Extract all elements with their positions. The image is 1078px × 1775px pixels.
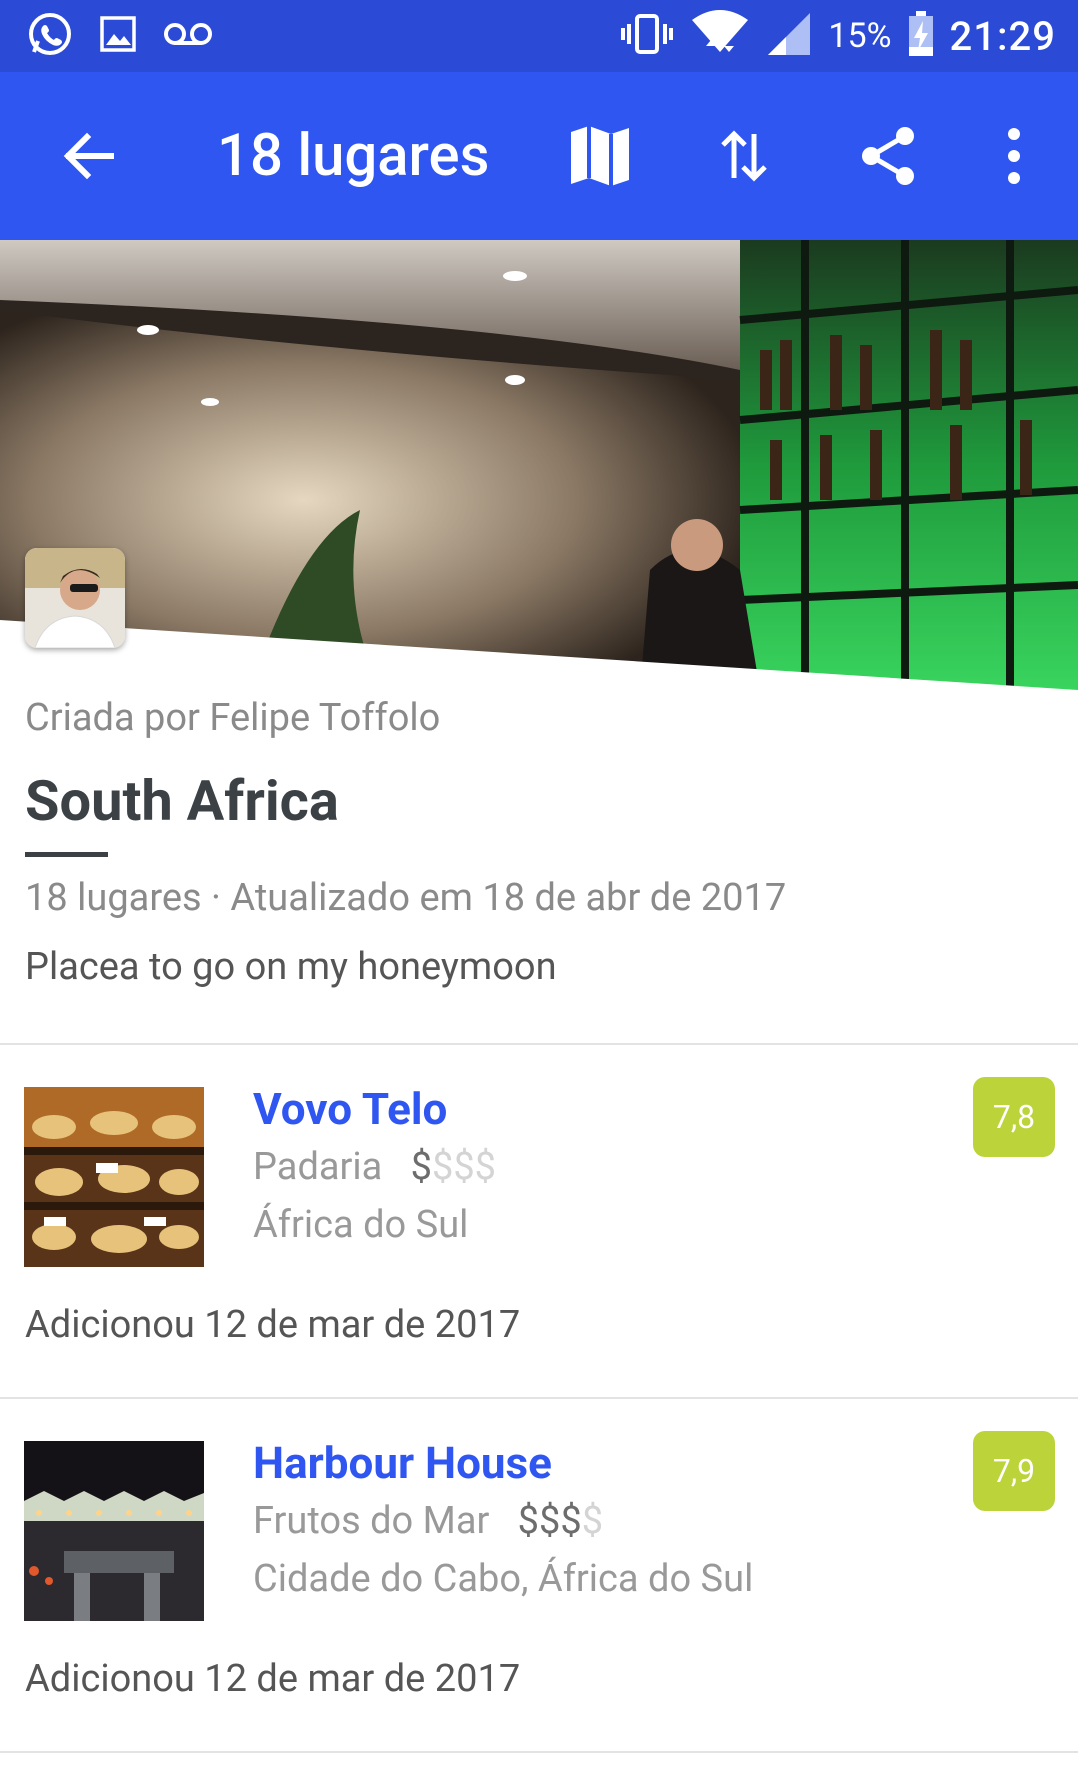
added-date: Adicionou 12 de mar de 2017 xyxy=(25,1657,521,1701)
vibrate-icon xyxy=(620,10,674,62)
wifi-icon xyxy=(690,8,750,64)
price-level-remaining: $$$ xyxy=(431,1145,497,1189)
list-item[interactable]: Vovo Telo Padaria $$$$ África do Sul Adi… xyxy=(0,1045,1078,1397)
app-bar-title: 18 lugares xyxy=(217,122,490,190)
battery-percentage: 15% xyxy=(828,16,892,56)
category-label: Padaria xyxy=(253,1145,383,1189)
place-thumbnail[interactable] xyxy=(24,1441,204,1621)
place-category: Frutos do Mar $$$$ xyxy=(253,1499,603,1543)
place-location: Cidade do Cabo, África do Sul xyxy=(253,1557,754,1601)
score-badge: 7,8 xyxy=(973,1077,1055,1157)
created-by-label[interactable]: Criada por Felipe Toffolo xyxy=(25,696,440,740)
cover-image xyxy=(0,240,1078,690)
list-item[interactable]: Harbour House Frutos do Mar $$$$ Cidade … xyxy=(0,1399,1078,1751)
score-badge: 7,9 xyxy=(973,1431,1055,1511)
price-level: $$$ xyxy=(517,1499,582,1543)
divider xyxy=(0,1751,1078,1753)
place-location: África do Sul xyxy=(253,1203,469,1247)
voicemail-icon xyxy=(162,14,214,58)
back-arrow-icon[interactable] xyxy=(55,122,123,190)
whatsapp-icon xyxy=(26,10,74,62)
map-icon[interactable] xyxy=(567,122,635,190)
page-title: South Africa xyxy=(25,768,339,834)
category-label: Frutos do Mar xyxy=(253,1499,490,1543)
status-bar: 15% 21:29 xyxy=(0,0,1078,72)
more-vert-icon[interactable] xyxy=(980,122,1048,190)
clock: 21:29 xyxy=(949,12,1056,60)
added-date: Adicionou 12 de mar de 2017 xyxy=(25,1303,521,1347)
title-underline xyxy=(25,852,108,857)
place-category: Padaria $$$$ xyxy=(253,1145,496,1189)
share-icon[interactable] xyxy=(855,122,923,190)
gallery-icon xyxy=(98,14,138,58)
price-level-remaining: $ xyxy=(581,1499,604,1543)
app-bar: 18 lugares xyxy=(0,72,1078,240)
battery-charging-icon xyxy=(908,11,934,61)
list-meta: 18 lugares · Atualizado em 18 de abr de … xyxy=(25,876,787,920)
price-level: $ xyxy=(410,1145,432,1189)
avatar[interactable] xyxy=(25,548,125,648)
place-name[interactable]: Harbour House xyxy=(253,1437,552,1489)
place-name[interactable]: Vovo Telo xyxy=(253,1083,447,1135)
place-thumbnail[interactable] xyxy=(24,1087,204,1267)
sort-icon[interactable] xyxy=(710,122,778,190)
signal-icon xyxy=(766,11,812,61)
list-description: Placea to go on my honeymoon xyxy=(25,945,557,989)
